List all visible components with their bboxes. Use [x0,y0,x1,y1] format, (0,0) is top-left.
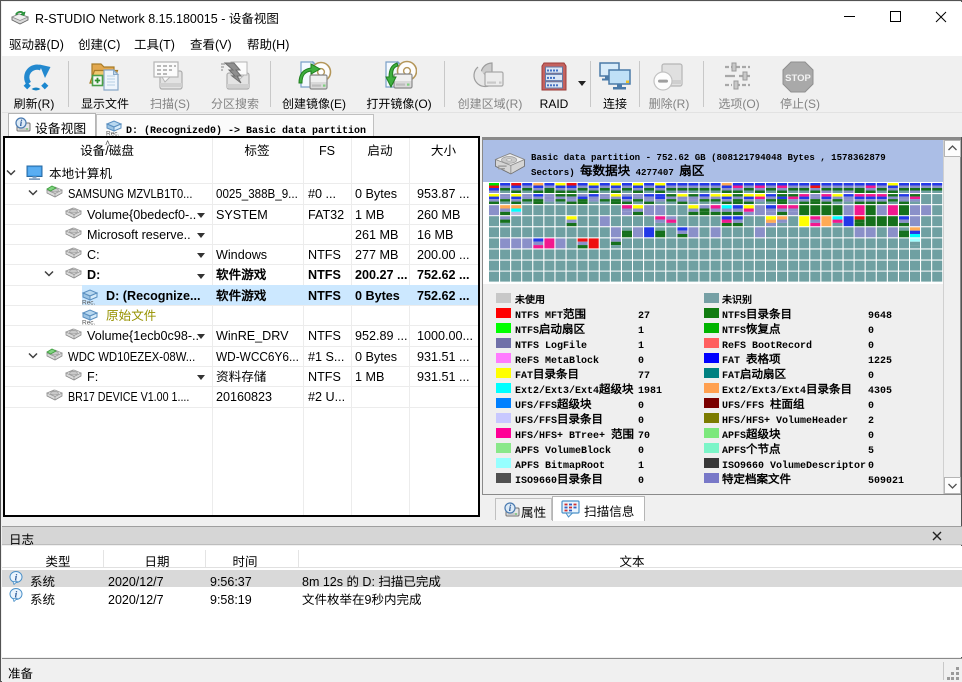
svg-text:i: i [15,591,18,601]
svg-text:i: i [15,573,18,583]
svg-text:STOP: STOP [785,73,811,84]
